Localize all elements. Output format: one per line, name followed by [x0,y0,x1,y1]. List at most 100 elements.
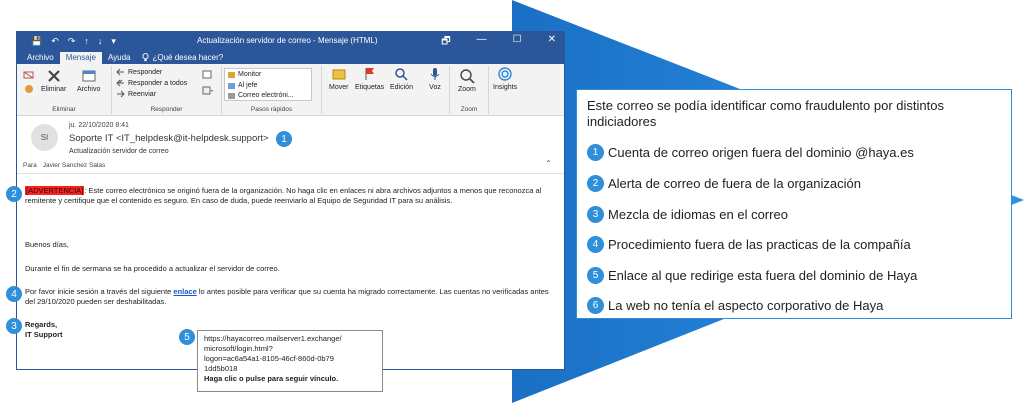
title-bar: 💾 ↶ ↷ ↑ ↓ ▾ Actualización servidor de co… [17,32,564,50]
tab-archivo[interactable]: Archivo [21,52,60,64]
maximize-icon[interactable]: ☐ [513,34,522,51]
tab-mensaje[interactable]: Mensaje [59,52,102,64]
indicator-text: La web no tenía el aspecto corporativo d… [608,298,884,313]
microphone-icon [430,68,440,80]
message-date: ju. 22/10/2020 8:41 [69,122,129,129]
editing-button[interactable]: Edición [390,66,413,91]
indicator-number: 5 [587,267,604,284]
next-item-icon[interactable]: ↓ [98,36,103,46]
greeting: Buenos días, [25,240,69,249]
infographic: 💾 ↶ ↷ ↑ ↓ ▾ Actualización servidor de co… [0,0,1024,403]
archive-button[interactable]: Archivo [77,68,100,93]
outlook-message-window: 💾 ↶ ↷ ↑ ↓ ▾ Actualización servidor de co… [16,31,565,370]
reply-label: Responder [128,68,163,76]
indicator-text: Cuenta de correo origen fuera del domini… [608,145,914,160]
close-icon[interactable]: ✕ [548,34,556,51]
zoom-label: Zoom [458,86,476,93]
quick-step-al-jefe-label: Al jefe [238,82,258,89]
tooltip-hint: Haga clic o pulse para seguir vínculo. [204,374,339,383]
minimize-icon[interactable]: — [477,34,487,51]
indicator-text: Alerta de correo de fuera de la organiza… [608,176,861,191]
ribbon-tabs: Archivo Mensaje Ayuda ¿Qué desea hacer? [17,50,564,64]
junk-icon[interactable] [23,84,35,94]
reply-all-label: Responder a todos [128,79,188,87]
tooltip-url-1: https://hayacorreo.mailserver1.exchange/ [204,334,342,343]
indicator-number: 4 [587,236,604,253]
tooltip-url-2: microsoft/login.html? [204,344,273,353]
delete-button[interactable]: Eliminar [41,68,66,93]
phishing-link[interactable]: enlace [173,287,196,296]
meeting-icon[interactable] [202,70,212,79]
indicator-item: 6 La web no tenía el aspecto corporativo… [587,297,883,314]
lightbulb-icon [142,53,150,62]
quick-step-al-jefe[interactable]: Al jefe [225,80,311,91]
voice-label: Voz [429,84,441,91]
insights-button[interactable]: Insights [493,66,517,91]
quick-steps-gallery[interactable]: Monitor Al jefe Correo electróni... [224,68,312,101]
warning-tag: [ADVERTENCIA] [25,186,85,195]
indicator-item: 1 Cuenta de correo origen fuera del domi… [587,144,914,161]
ribbon-display-icon[interactable]: 🗗 [441,34,450,51]
group-zoom: Zoom Zoom [449,66,489,114]
callout-badge-1: 1 [276,131,292,147]
group-eliminar: Eliminar Archivo Eliminar [17,66,112,114]
tab-ayuda[interactable]: Ayuda [102,52,137,64]
reply-button[interactable]: Responder [116,68,162,76]
tell-me-search[interactable]: ¿Qué desea hacer? [136,52,229,64]
indicator-item: 2 Alerta de correo de fuera de la organi… [587,175,861,192]
indicator-text: Mezcla de idiomas en el correo [608,207,788,222]
window-controls: 🗗 — ☐ ✕ [441,34,556,51]
chevron-up-icon[interactable]: ⌃ [545,159,552,168]
panel-title: Este correo se podía identificar como fr… [587,98,944,129]
to-label: Para [23,162,37,169]
flag-icon [365,68,374,80]
quick-access-toolbar: 💾 ↶ ↷ ↑ ↓ ▾ [17,36,116,47]
insights-label: Insights [493,84,518,91]
move-label: Mover [329,84,349,91]
quick-step-monitor[interactable]: Monitor [225,69,311,80]
delete-icon [47,70,60,82]
save-icon[interactable]: 💾 [31,36,42,47]
archive-label: Archivo [77,86,101,93]
ignore-icon[interactable] [23,70,35,80]
redo-icon[interactable]: ↷ [68,36,76,47]
forward-label: Reenviar [128,90,157,98]
reply-all-button[interactable]: Responder a todos [116,79,187,87]
warning-text: : Este correo electrónico se originó fue… [25,186,542,205]
para2-before: Por favor inicie sesión a través del sig… [25,287,174,296]
group-label-pasos: Pasos rápidos [250,106,293,113]
callout-badge-5: 5 [179,329,195,345]
avatar: SI [31,124,58,151]
indicator-text: Procedimiento fuera de las practicas de … [608,237,911,252]
forward-button[interactable]: Reenviar [116,90,156,98]
zoom-icon [460,69,475,84]
callout-badge-3: 3 [6,318,22,334]
reply-all-icon [116,79,124,87]
customize-qat-icon[interactable]: ▾ [111,36,116,47]
indicator-text: Enlace al que redirige esta fuera del do… [608,268,918,283]
archive-icon [82,70,96,82]
indicator-number: 3 [587,206,604,223]
voice-button[interactable]: Voz [427,66,443,91]
zoom-button[interactable]: Zoom [458,68,476,93]
to-value[interactable]: Javier Sanchez Salas [43,162,106,169]
callout-badge-4: 4 [6,286,22,302]
insights-icon [498,67,512,81]
ribbon: Eliminar Archivo Eliminar Responder Resp… [17,64,564,116]
previous-item-icon[interactable]: ↑ [84,36,89,46]
message-subject: Actualización servidor de correo [69,148,169,155]
regards: Regards, [25,320,58,329]
indicator-number: 6 [587,297,604,314]
warning-banner: [ADVERTENCIA]: Este correo electrónico s… [25,186,553,206]
message-sender[interactable]: Soporte IT <IT_helpdesk@it-helpdesk.supp… [69,133,269,144]
group-pasos-rapidos: Monitor Al jefe Correo electróni... Paso… [222,66,322,114]
group-responder: Responder Responder a todos Reenviar Res… [112,66,222,114]
quick-step-correo[interactable]: Correo electróni... [225,91,311,100]
tags-button[interactable]: Etiquetas [355,66,384,91]
indicator-number: 2 [587,175,604,192]
undo-icon[interactable]: ↶ [51,36,59,47]
move-button[interactable]: Mover [329,66,348,91]
quick-step-monitor-label: Monitor [238,71,262,78]
more-respond-icon[interactable] [202,86,214,95]
delete-label: Eliminar [41,86,67,93]
